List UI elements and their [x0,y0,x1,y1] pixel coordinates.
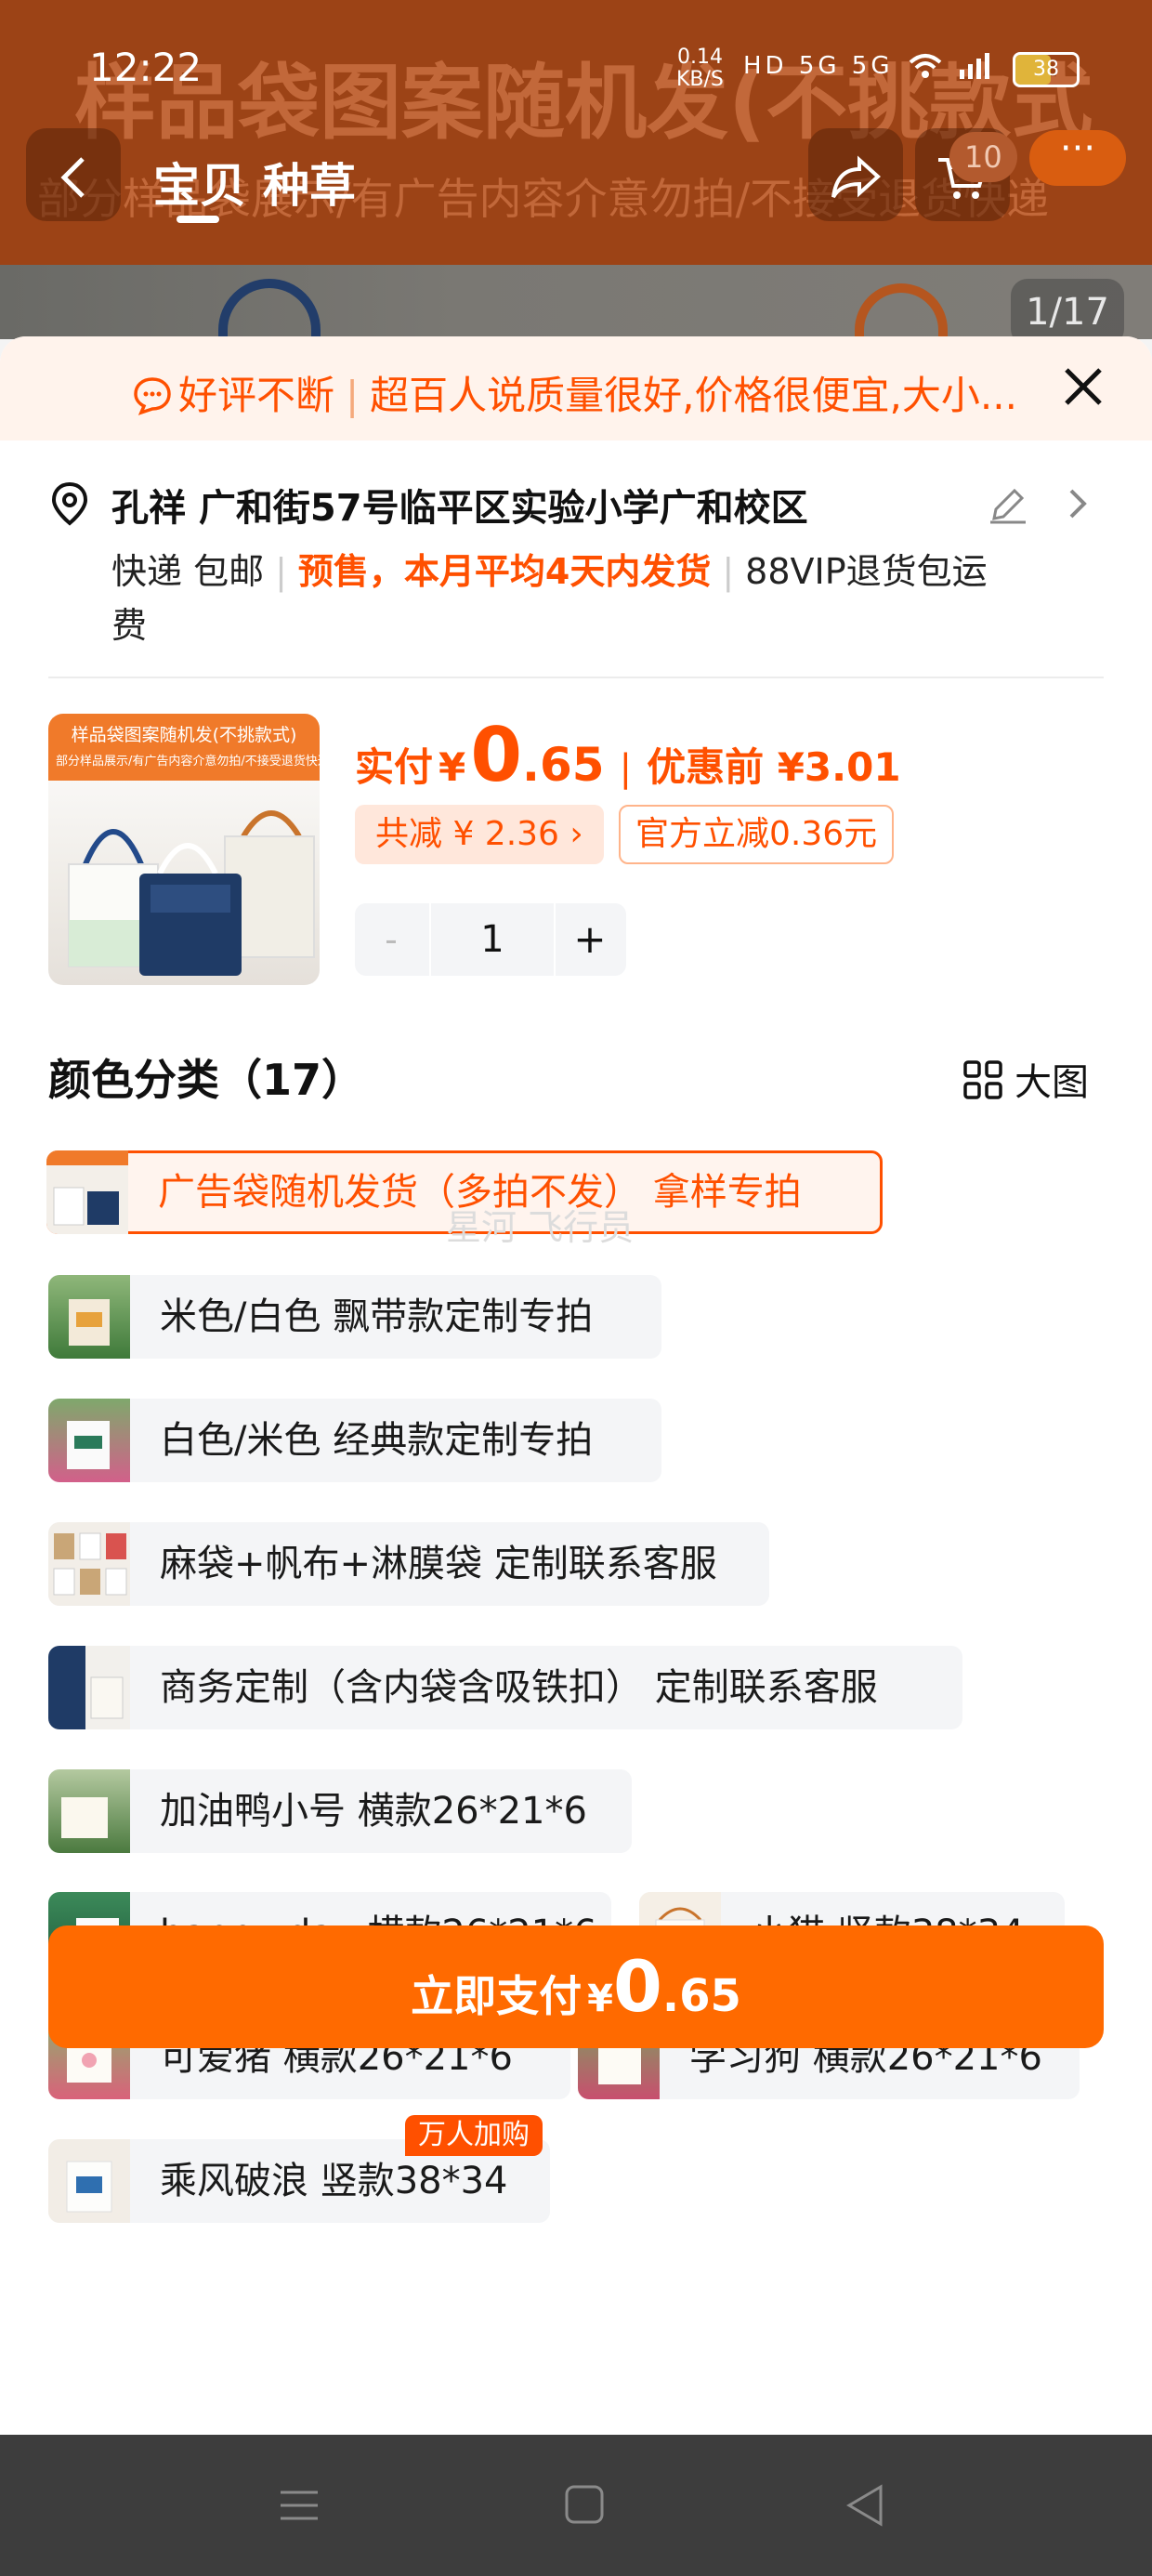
close-button[interactable] [1059,362,1107,411]
option-thumbnail [48,1769,130,1853]
currency-symbol: ¥ [587,1978,613,2020]
option-label: 商务定制（含内袋含吸铁扣） 定制联系客服 [160,1666,878,1709]
option-thumbnail [48,1399,130,1482]
grid-view-icon [963,1060,1002,1099]
option-label: 麻袋+帆布+淋膜袋 定制联系客服 [160,1543,717,1585]
tab-grass[interactable]: 种草 [263,159,356,213]
option-label: 加油鸭小号 横款26*21*6 [160,1790,587,1833]
tab-item[interactable]: 宝贝 [153,159,246,213]
status-bar: 12:22 0.14 KB/S HD 5G 5G 38 [0,0,1152,139]
signal-icons: HD 5G 5G [743,45,991,82]
thumbnail-caption: 样品袋图案随机发(不挑款式) [71,725,297,745]
sku-selection-sheet: 好评不断 | 超百人说质量很好,价格很便宜,大小... 孔祥 广和街57号临平区实验… [0,336,1152,2435]
increase-quantity-button[interactable]: + [554,903,626,976]
big-image-toggle[interactable]: 大图 [962,1052,1089,1106]
pay-now-label: 立即支付 [411,1971,583,2021]
system-navigation-bar [0,2435,1152,2576]
color-category-title: 颜色分类（17） [48,1055,365,1105]
option-thumbnail [48,1646,130,1729]
actual-price-label: 实付 [355,744,434,790]
option-thumbnail [48,2139,130,2223]
review-banner-text: 好评不断 | 超百人说质量很好,价格很便宜,大小... [132,364,1015,421]
option-thumbnail [48,1275,130,1359]
network-speed: 0.14 KB/S [676,46,724,91]
color-option-duck-small[interactable]: 加油鸭小号 横款26*21*6 [48,1769,632,1853]
option-thumbnail [46,1150,128,1234]
color-option-ribbon[interactable]: 米色/白色 飘带款定制专拍 [48,1275,661,1359]
separator: | [275,551,287,592]
review-summary: 超百人说质量很好,价格很便宜,大小... [370,373,1015,418]
battery-icon: 38 [1013,52,1080,87]
share-button[interactable] [808,128,903,221]
quantity-value[interactable]: 1 [429,903,556,976]
review-tag: 好评不断 [178,373,335,418]
decrease-quantity-button[interactable]: - [355,903,427,976]
price-integer: 0 [470,712,523,798]
more-options-button[interactable]: ··· [1029,130,1126,186]
review-banner: 好评不断 | 超百人说质量很好,价格很便宜,大小... [0,336,1152,440]
total-discount-chip[interactable]: 共减 ¥ 2.36 › [355,805,604,864]
quantity-stepper: - 1 + [355,903,626,976]
delivery-address[interactable]: 孔祥 广和街57号临平区实验小学广和校区 [111,478,975,532]
presale-notice: 预售，本月平均4天内发货 [297,551,712,592]
price-before-discount: 优惠前 ¥3.01 [647,744,901,790]
back-arrow-icon [60,157,85,198]
option-label: 米色/白色 飘带款定制专拍 [160,1295,594,1338]
option-thumbnail [48,1522,130,1606]
pay-price-integer: 0 [612,1945,662,2028]
back-triangle-icon[interactable] [829,2472,903,2539]
big-image-label: 大图 [1015,1061,1089,1104]
pay-price-decimal: .65 [661,1970,741,2022]
option-label: 白色/米色 经典款定制专拍 [160,1419,594,1462]
network-type-label: HD 5G 5G [743,52,894,80]
battery-level: 38 [1033,58,1059,81]
tab-indicator [177,216,219,223]
thumbnail-subcaption: 部分样品展示/有广告内容介意勿拍/不接受退货快递 [56,755,320,769]
popular-badge: 万人加购 [405,2115,543,2156]
back-button[interactable] [26,128,121,221]
separator: | [619,747,633,790]
wifi-icon [907,45,958,82]
address-chevron-icon[interactable] [1064,485,1092,526]
divider [48,677,1104,678]
status-time: 12:22 [89,45,203,90]
edit-address-icon[interactable] [987,483,1029,530]
delivery-method: 快递 包邮 [111,551,265,592]
watermark-text: 星河 飞行员 [446,1207,635,1248]
currency-symbol: ¥ [439,744,466,790]
separator: | [346,373,360,418]
network-speed-unit: KB/S [676,68,724,91]
price-line: 实付 ¥ 0.65 | 优惠前 ¥3.01 [355,712,1117,798]
color-option-sack-canvas[interactable]: 麻袋+帆布+淋膜袋 定制联系客服 [48,1522,769,1606]
product-tabs: 宝贝 种草 [153,149,373,216]
price-decimal: .65 [522,738,605,792]
delivery-info: 快递 包邮 | 预售，本月平均4天内发货 | 88VIP退货包运费 [111,545,1022,652]
network-speed-value: 0.14 [676,46,723,69]
menu-icon[interactable] [262,2472,336,2539]
signal-icon [958,45,991,82]
chat-bubble-icon [134,377,171,415]
pay-now-button[interactable]: 立即支付 ¥0.65 [48,1925,1104,2048]
cart-count-badge: 10 [949,132,1017,182]
product-thumbnail[interactable]: 样品袋图案随机发(不挑款式) 部分样品展示/有广告内容介意勿拍/不接受退货快递 [48,714,320,985]
official-discount-chip: 官方立减0.36元 [619,805,895,864]
tote-bags-image [68,810,315,976]
close-icon [1065,368,1102,405]
color-option-business[interactable]: 商务定制（含内袋含吸铁扣） 定制联系客服 [48,1646,962,1729]
color-option-classic[interactable]: 白色/米色 经典款定制专拍 [48,1399,661,1482]
home-icon[interactable] [546,2472,621,2539]
separator: | [722,551,735,592]
share-icon [831,155,881,199]
background-product-image [0,265,1152,339]
location-pin-icon [48,480,91,531]
